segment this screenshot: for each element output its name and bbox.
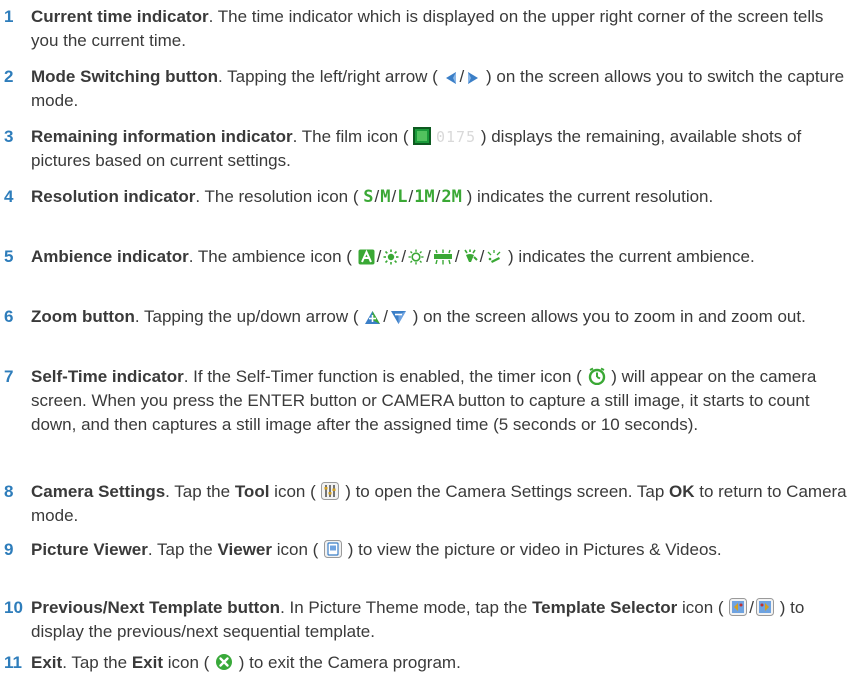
list-item-9: 9 Picture Viewer. Tap the Viewer icon ( … — [0, 538, 852, 562]
item-term: Previous/Next Template button — [31, 598, 281, 617]
item-number: 7 — [4, 367, 14, 386]
viewer-icon — [324, 540, 343, 558]
item-term: Zoom button — [31, 307, 135, 326]
item-text: . The ambience icon ( — [188, 247, 357, 266]
item-term: Resolution indicator — [31, 187, 196, 206]
ok-label: OK — [669, 482, 695, 501]
list-item-3: 3 Remaining information indicator. The f… — [0, 125, 852, 173]
sunny-icon — [383, 249, 399, 265]
list-item-7: 7 Self-Time indicator. If the Self-Timer… — [0, 365, 852, 437]
item-text: . Tap the — [62, 653, 132, 672]
item-text: . Tap the — [165, 482, 235, 501]
item-term: Ambience indicator — [31, 247, 189, 266]
item-term: Camera Settings — [31, 482, 166, 501]
item-text: . Tapping the left/right arrow ( — [217, 67, 443, 86]
resolution-s-icon: S — [363, 187, 374, 207]
bright-icon — [408, 249, 424, 265]
item-term: Current time indicator — [31, 7, 209, 26]
item-text-post: ) indicates the current resolution. — [461, 187, 714, 206]
list-item-6: 6 Zoom button. Tapping the up/down arrow… — [0, 305, 852, 329]
resolution-1m-icon: 1M — [414, 187, 435, 207]
item-number: 4 — [4, 187, 14, 206]
list-item-5: 5 Ambience indicator. The ambience icon … — [0, 245, 852, 269]
item-number: 11 — [4, 653, 22, 672]
template-selector-label: Template Selector — [532, 598, 678, 617]
incandescent-icon — [462, 249, 478, 265]
numbered-list: 1 Current time indicator. The time indic… — [0, 0, 860, 675]
item-number: 10 — [4, 598, 23, 617]
list-item-8: 8 Camera Settings. Tap the Tool icon ( )… — [0, 480, 852, 528]
list-item-1: 1 Current time indicator. The time indic… — [0, 5, 852, 53]
exit-label: Exit — [131, 653, 164, 672]
item-number: 2 — [4, 67, 14, 86]
fluorescent-icon — [433, 249, 453, 265]
list-item-4: 4 Resolution indicator. The resolution i… — [4, 187, 714, 207]
right-arrow-icon — [466, 71, 480, 85]
night-icon — [486, 249, 502, 265]
item-number: 1 — [4, 7, 14, 26]
item-term: Picture Viewer — [31, 540, 148, 559]
item-text-mid: icon ( — [163, 653, 215, 672]
remaining-shots-count: 0175 — [435, 128, 477, 146]
down-arrow-icon — [390, 310, 407, 325]
item-text: . The resolution icon ( — [195, 187, 364, 206]
item-text: . Tapping the up/down arrow ( — [134, 307, 364, 326]
item-text-post: ) indicates the current ambience. — [503, 247, 755, 266]
item-term: Mode Switching button — [31, 67, 218, 86]
exit-icon — [215, 653, 233, 671]
list-item-2: 2 Mode Switching button. Tapping the lef… — [4, 67, 845, 110]
template-prev-icon — [729, 598, 748, 616]
item-text: . The film icon ( — [292, 127, 414, 146]
list-item-10: 10 Previous/Next Template button. In Pict… — [4, 598, 805, 641]
item-text-post: ) on the screen allows you to zoom in an… — [407, 307, 806, 326]
item-text-mid: icon ( — [269, 482, 321, 501]
timer-icon — [588, 367, 606, 385]
up-arrow-icon — [364, 310, 381, 325]
item-text-post: ) to view the picture or video in Pictur… — [343, 540, 722, 559]
item-number: 3 — [4, 127, 14, 146]
item-number: 6 — [4, 307, 14, 326]
item-text: . If the Self-Timer function is enabled,… — [183, 367, 587, 386]
tool-label: Tool — [234, 482, 270, 501]
item-text-post: ) to exit the Camera program. — [234, 653, 461, 672]
item-text-post: ) to open the Camera Settings screen. Ta… — [340, 482, 670, 501]
item-number: 5 — [4, 247, 14, 266]
item-text-mid: icon ( — [677, 598, 729, 617]
template-next-icon — [756, 598, 775, 616]
list-item-11: 11 Exit. Tap the Exit icon ( ) to exit th… — [0, 652, 852, 674]
viewer-label: Viewer — [217, 540, 273, 559]
tool-icon — [321, 482, 340, 500]
item-number: 9 — [4, 540, 14, 559]
item-term: Remaining information indicator — [31, 127, 293, 146]
resolution-m-icon: M — [380, 187, 391, 207]
item-number: 8 — [4, 482, 14, 501]
item-text: . In Picture Theme mode, tap the — [280, 598, 533, 617]
item-term: Exit — [31, 653, 63, 672]
item-text-mid: icon ( — [272, 540, 324, 559]
item-term: Self-Time indicator — [31, 367, 184, 386]
auto-icon — [358, 249, 375, 265]
left-arrow-icon — [444, 71, 458, 85]
resolution-2m-icon: 2M — [441, 187, 462, 207]
resolution-l-icon: L — [397, 187, 408, 207]
film-icon — [413, 127, 432, 145]
item-text: . Tap the — [147, 540, 218, 559]
